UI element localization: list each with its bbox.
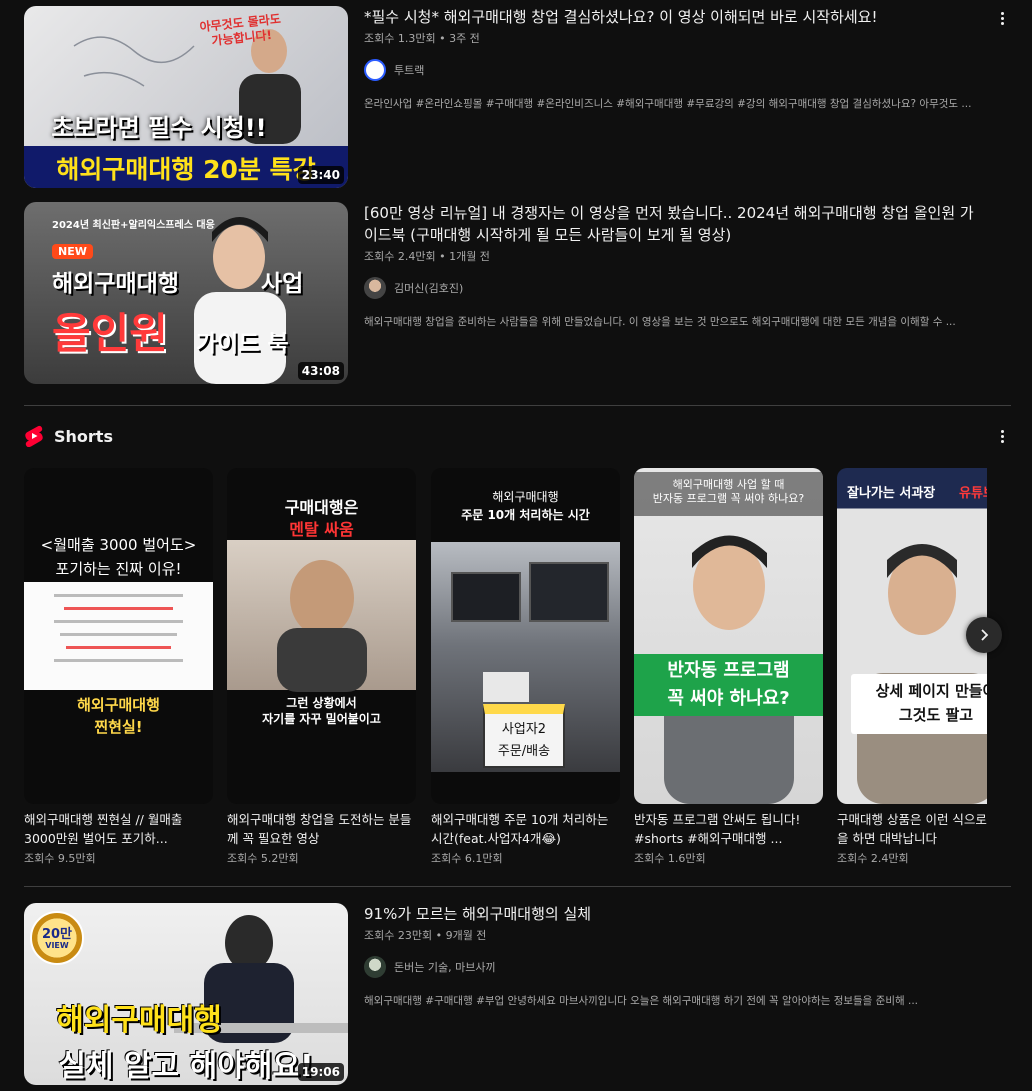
shorts-logo-icon: [25, 425, 43, 447]
short-views: 조회수 5.2만회: [227, 852, 299, 865]
thumb-line-1: 초보라면 필수 시청!!: [51, 114, 267, 142]
channel-name[interactable]: 돈버는 기술, 마브사끼: [394, 959, 496, 975]
short-title[interactable]: 구매대행 상품은 이런 식으로 마케팅을 하면 대박납니다: [837, 810, 987, 848]
thumb-text-bottom-1: 사업자2: [501, 722, 547, 737]
channel-avatar[interactable]: [364, 956, 386, 978]
shorts-section-title: Shorts: [54, 426, 113, 446]
video-title[interactable]: [60만 영상 리뉴얼] 내 경쟁자는 이 영상을 먼저 봤습니다.. 2024…: [364, 202, 974, 246]
thumb-badge: NEW: [52, 244, 93, 259]
presenter-figure: [664, 535, 794, 804]
video-duration: 19:06: [297, 1063, 344, 1081]
medal-text-2: VIEW: [45, 941, 69, 950]
thumb-text-top-2: 주문 10개 처리하는 시간: [461, 508, 590, 522]
short-item-1[interactable]: <월매출 3000 벌어도> 포기하는 진짜 이유! 해외구매대행 찐현실! 해…: [24, 468, 213, 866]
thumb-text-bottom-2: 꼭 써야 하나요?: [667, 688, 790, 709]
thumb-text-bottom-2: 찐현실!: [94, 718, 143, 736]
video-description: 해외구매대행 창업을 준비하는 사람들을 위해 만들었습니다. 이 영상을 보는…: [364, 316, 956, 328]
short-title[interactable]: 반자동 프로그램 안써도 됩니다! #shorts #해외구매대행 ...: [634, 810, 823, 848]
thumb-text-bottom-1: 해외구매대행: [77, 696, 160, 714]
thumb-text-top-1: 구매대행은: [284, 498, 359, 517]
document-image: [24, 582, 213, 690]
channel-row[interactable]: 투트랙: [364, 58, 974, 82]
thumb-line-1: 해외구매대행: [56, 1003, 222, 1038]
thumb-text-bottom-1: 반자동 프로그램: [667, 660, 790, 681]
short-thumbnail[interactable]: 구매대행은 멘탈 싸움 그런 상황에서 자기를 자꾸 밀어붙이고: [227, 468, 416, 804]
short-title[interactable]: 해외구매대행 찐현실 // 월매출 3000만원 벌어도 포기하...: [24, 810, 213, 848]
thumb-text-top-1b: 유튜브러: [959, 486, 987, 501]
short-thumbnail[interactable]: <월매출 3000 벌어도> 포기하는 진짜 이유! 해외구매대행 찐현실!: [24, 468, 213, 804]
channel-avatar[interactable]: [364, 277, 386, 299]
short-thumbnail[interactable]: 해외구매대행 사업 할 때 반자동 프로그램 꼭 써야 하나요? 반자동 프로그…: [634, 468, 823, 804]
shorts-next-button[interactable]: [966, 617, 1002, 653]
video-title[interactable]: *필수 시청* 해외구매대행 창업 결심하셨나요? 이 영상 이해되면 바로 시…: [364, 6, 974, 28]
video-info: [60만 영상 리뉴얼] 내 경쟁자는 이 영상을 먼저 봤습니다.. 2024…: [364, 202, 974, 329]
thumb-top-text: 2024년 최신판+알리익스프레스 대응: [52, 220, 215, 231]
video-title[interactable]: 91%가 모르는 해외구매대행의 실체: [364, 903, 974, 925]
channel-avatar[interactable]: [364, 59, 386, 81]
thumb-line-2: 올인원: [52, 309, 168, 358]
short-item-4[interactable]: 해외구매대행 사업 할 때 반자동 프로그램 꼭 써야 하나요? 반자동 프로그…: [634, 468, 823, 866]
video-meta: 조회수 2.4만회 • 1개월 전: [364, 250, 490, 263]
short-item-5[interactable]: 잘나가는 서과장 유튜브러 상세 페이지 만들어 그것도 팔고 구매대행 상품은…: [837, 468, 987, 866]
thumb-line-2b: 가이드 북: [196, 331, 289, 357]
thumb-text-top-1: <월매출 3000 벌어도>: [40, 536, 197, 554]
channel-row[interactable]: 김머신(김호진): [364, 276, 974, 300]
short-thumbnail[interactable]: 잘나가는 서과장 유튜브러 상세 페이지 만들어 그것도 팔고: [837, 468, 987, 804]
short-views: 조회수 6.1만회: [431, 852, 503, 865]
channel-row[interactable]: 돈버는 기술, 마브사끼: [364, 955, 974, 979]
video-result-2[interactable]: 2024년 최신판+알리익스프레스 대응 NEW 해외구매대행 사업 올인원 가…: [24, 202, 1014, 384]
video-thumbnail[interactable]: 20만 VIEW 해외구매대행 실체 알고 해야해요! 19:06: [24, 903, 348, 1085]
video-result-3[interactable]: 20만 VIEW 해외구매대행 실체 알고 해야해요! 19:06 91%가 모…: [24, 903, 1014, 1085]
thumb-text-top-1: 잘나가는 서과장: [847, 486, 936, 501]
short-item-3[interactable]: 해외구매대행 주문 10개 처리하는 시간 사업자2 주문/배송 해외구매대행 …: [431, 468, 620, 866]
shorts-header: Shorts: [24, 424, 1014, 448]
shorts-shelf: <월매출 3000 벌어도> 포기하는 진짜 이유! 해외구매대행 찐현실! 해…: [24, 468, 987, 868]
channel-name[interactable]: 투트랙: [394, 62, 424, 78]
thumb-text-top-2: 멘탈 싸움: [289, 520, 354, 539]
short-thumbnail[interactable]: 해외구매대행 주문 10개 처리하는 시간 사업자2 주문/배송: [431, 468, 620, 804]
more-vert-icon[interactable]: [990, 6, 1014, 30]
video-meta: 조회수 23만회 • 9개월 전: [364, 929, 487, 942]
more-vert-icon[interactable]: [990, 424, 1014, 448]
thumb-text-bottom-2: 주문/배송: [497, 744, 551, 759]
short-views: 조회수 2.4만회: [837, 852, 909, 865]
video-duration: 23:40: [297, 166, 344, 184]
thumb-text-bottom-1: 상세 페이지 만들어: [875, 682, 987, 700]
thumb-line-1: 해외구매대행: [52, 271, 179, 297]
thumb-line-1b: 사업: [261, 271, 304, 297]
presenter-figure: [857, 544, 987, 804]
video-duration: 43:08: [297, 362, 344, 380]
video-description: 해외구매대행 #구매대행 #부업 안녕하세요 마브사끼입니다 오늘은 해외구매대…: [364, 995, 918, 1007]
short-views: 조회수 1.6만회: [634, 852, 706, 865]
thumb-text-top-1: 해외구매대행: [492, 490, 559, 504]
video-info: 91%가 모르는 해외구매대행의 실체 조회수 23만회 • 9개월 전 돈버는…: [364, 903, 974, 1008]
video-info: *필수 시청* 해외구매대행 창업 결심하셨나요? 이 영상 이해되면 바로 시…: [364, 6, 974, 111]
video-description: 온라인사업 #온라인쇼핑몰 #구매대행 #온라인비즈니스 #해외구매대행 #무료…: [364, 98, 972, 110]
channel-name[interactable]: 김머신(김호진): [394, 280, 463, 296]
video-meta: 조회수 1.3만회 • 3주 전: [364, 32, 480, 45]
chevron-right-icon: [981, 629, 989, 641]
thumb-text-top-2: 반자동 프로그램 꼭 써야 하나요?: [652, 492, 805, 505]
short-views: 조회수 9.5만회: [24, 852, 96, 865]
thumb-text-top-2: 포기하는 진짜 이유!: [55, 560, 182, 578]
short-title[interactable]: 해외구매대행 창업을 도전하는 분들께 꼭 필요한 영상: [227, 810, 416, 848]
section-divider: [24, 886, 1011, 887]
section-divider: [24, 405, 1011, 406]
video-result-1[interactable]: 아무것도 몰라도 가능합니다! 초보라면 필수 시청!! 해외구매대행 20분 …: [24, 6, 1014, 188]
video-thumbnail[interactable]: 아무것도 몰라도 가능합니다! 초보라면 필수 시청!! 해외구매대행 20분 …: [24, 6, 348, 188]
medal-text-1: 20만: [41, 927, 73, 942]
video-thumbnail[interactable]: 2024년 최신판+알리익스프레스 대응 NEW 해외구매대행 사업 올인원 가…: [24, 202, 348, 384]
thumb-text-bottom-2: 그것도 팔고: [898, 706, 974, 724]
short-title[interactable]: 해외구매대행 주문 10개 처리하는 시간(feat.사업자4개😂): [431, 810, 620, 848]
short-item-2[interactable]: 구매대행은 멘탈 싸움 그런 상황에서 자기를 자꾸 밀어붙이고 해외구매대행 …: [227, 468, 416, 866]
thumb-text-bottom-1: 그런 상황에서: [286, 696, 357, 710]
thumb-text-bottom-2: 자기를 자꾸 밀어붙이고: [262, 712, 381, 726]
